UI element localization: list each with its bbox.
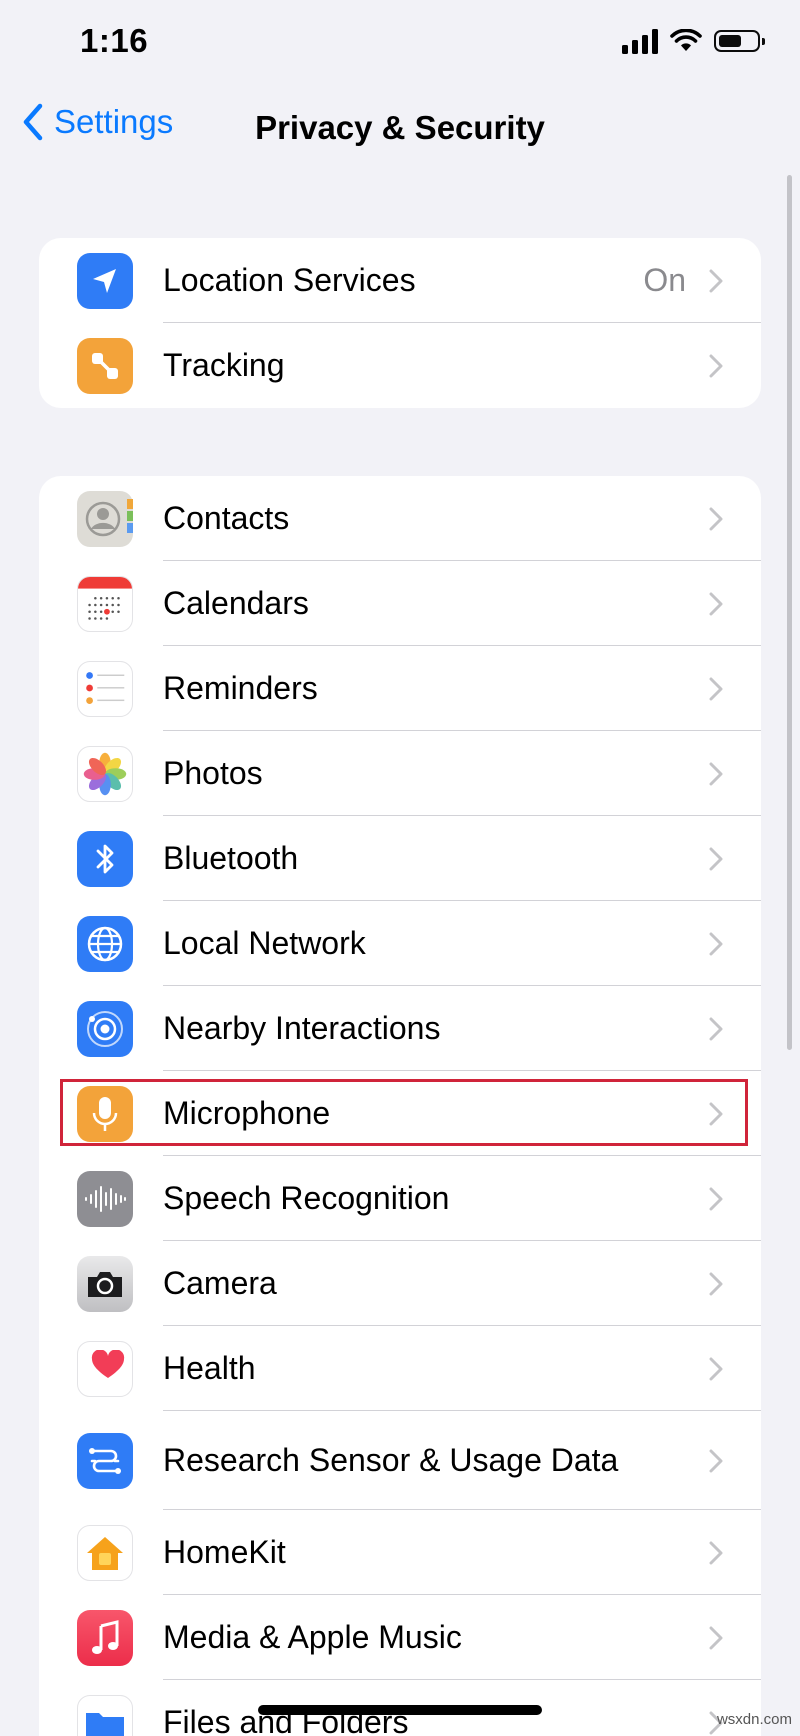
chevron-right-icon <box>709 677 723 701</box>
row-label: Contacts <box>163 500 289 537</box>
chevron-right-icon <box>709 1017 723 1041</box>
globe-icon <box>77 916 133 972</box>
row-label: Local Network <box>163 925 366 962</box>
chevron-right-icon <box>709 1272 723 1296</box>
music-note-icon <box>77 1610 133 1666</box>
status-time: 1:16 <box>80 22 148 60</box>
row-location-services[interactable]: Location Services On <box>39 238 761 323</box>
chevron-right-icon <box>709 1626 723 1650</box>
status-bar: 1:16 <box>0 0 800 90</box>
row-label: Nearby Interactions <box>163 1010 440 1047</box>
row-research-sensor[interactable]: Research Sensor & Usage Data <box>39 1411 761 1510</box>
research-icon <box>77 1433 133 1489</box>
contacts-icon <box>77 491 133 547</box>
row-label: Location Services <box>163 262 416 299</box>
chevron-right-icon <box>709 1541 723 1565</box>
chevron-right-icon <box>709 269 723 293</box>
nearby-interactions-icon <box>77 1001 133 1057</box>
row-label: Research Sensor & Usage Data <box>163 1442 618 1479</box>
row-label: Tracking <box>163 347 285 384</box>
chevron-right-icon <box>709 1357 723 1381</box>
row-label: Calendars <box>163 585 309 622</box>
chevron-right-icon <box>709 1102 723 1126</box>
row-microphone[interactable]: Microphone <box>39 1071 761 1156</box>
row-bluetooth[interactable]: Bluetooth <box>39 816 761 901</box>
row-health[interactable]: Health <box>39 1326 761 1411</box>
location-arrow-icon <box>77 253 133 309</box>
row-label: Bluetooth <box>163 840 298 877</box>
camera-icon <box>77 1256 133 1312</box>
watermark: wsxdn.com <box>717 1711 792 1728</box>
permissions-group: Contacts Calendars <box>39 476 761 1736</box>
cellular-signal-icon <box>622 28 658 54</box>
chevron-right-icon <box>709 354 723 378</box>
row-label: Camera <box>163 1265 277 1302</box>
microphone-icon <box>77 1086 133 1142</box>
row-local-network[interactable]: Local Network <box>39 901 761 986</box>
row-nearby-interactions[interactable]: Nearby Interactions <box>39 986 761 1071</box>
page-title: Privacy & Security <box>0 109 800 147</box>
calendar-icon <box>77 576 133 632</box>
scrollbar[interactable] <box>787 175 792 1050</box>
row-camera[interactable]: Camera <box>39 1241 761 1326</box>
row-label: Photos <box>163 755 263 792</box>
row-tracking[interactable]: Tracking <box>39 323 761 408</box>
battery-icon <box>714 30 760 52</box>
row-label: Health <box>163 1350 256 1387</box>
row-label: Microphone <box>163 1095 330 1132</box>
chevron-right-icon <box>709 932 723 956</box>
row-media-apple-music[interactable]: Media & Apple Music <box>39 1595 761 1680</box>
row-homekit[interactable]: HomeKit <box>39 1510 761 1595</box>
chevron-right-icon <box>709 1187 723 1211</box>
photos-icon <box>77 746 133 802</box>
row-value: On <box>643 262 686 299</box>
chevron-right-icon <box>709 592 723 616</box>
row-label: Media & Apple Music <box>163 1619 462 1656</box>
row-calendars[interactable]: Calendars <box>39 561 761 646</box>
row-label: Speech Recognition <box>163 1180 449 1217</box>
row-label: HomeKit <box>163 1534 286 1571</box>
folder-icon <box>77 1695 133 1736</box>
row-photos[interactable]: Photos <box>39 731 761 816</box>
chevron-right-icon <box>709 1449 723 1473</box>
chevron-right-icon <box>709 847 723 871</box>
home-icon <box>77 1525 133 1581</box>
wifi-icon <box>670 29 702 53</box>
heart-icon <box>77 1341 133 1397</box>
location-tracking-group: Location Services On Tracking <box>39 238 761 408</box>
chevron-right-icon <box>709 762 723 786</box>
reminders-icon <box>77 661 133 717</box>
navigation-bar: Settings Privacy & Security <box>0 95 800 161</box>
bluetooth-icon <box>77 831 133 887</box>
home-indicator[interactable] <box>258 1705 542 1715</box>
row-contacts[interactable]: Contacts <box>39 476 761 561</box>
status-icons <box>622 28 760 54</box>
row-speech-recognition[interactable]: Speech Recognition <box>39 1156 761 1241</box>
chevron-right-icon <box>709 507 723 531</box>
row-reminders[interactable]: Reminders <box>39 646 761 731</box>
waveform-icon <box>77 1171 133 1227</box>
tracking-icon <box>77 338 133 394</box>
row-label: Reminders <box>163 670 318 707</box>
